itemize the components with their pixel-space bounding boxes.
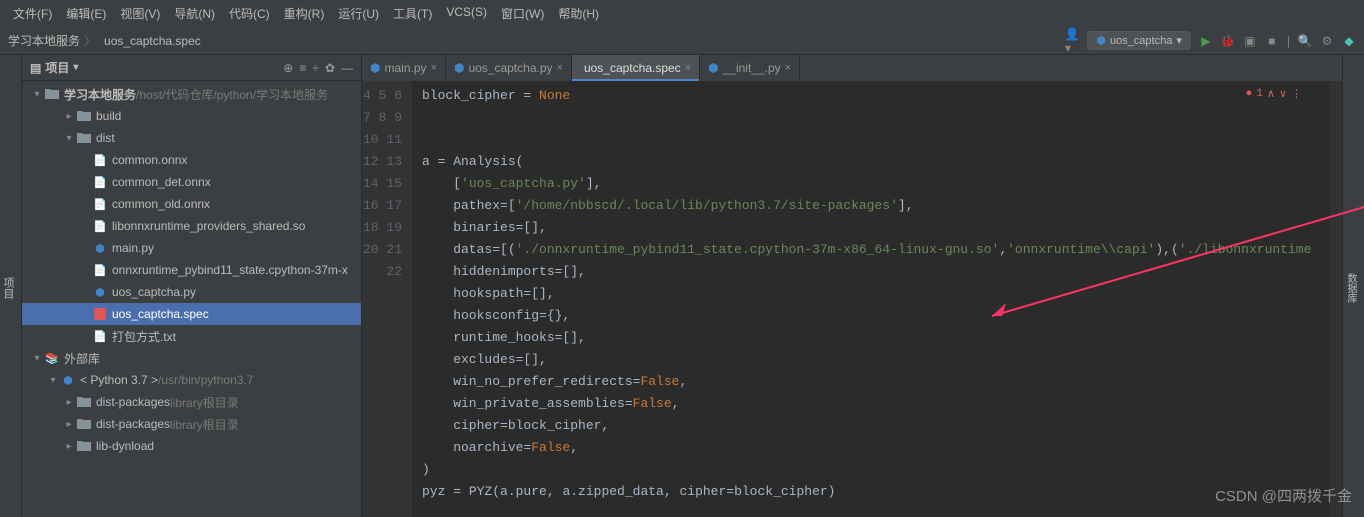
gear-icon[interactable]: ✿ [325, 61, 335, 75]
chevron-right-icon: 〉 [84, 32, 96, 49]
chevron-up-icon[interactable]: ∧ [1267, 87, 1275, 101]
tree-row[interactable]: 📄libonnxruntime_providers_shared.so [22, 215, 361, 237]
tree-row[interactable]: ▾学习本地服务 /host/代码仓库/python/学习本地服务 [22, 83, 361, 105]
debug-button[interactable]: 🐞 [1221, 34, 1235, 48]
more-icon[interactable]: ⋮ [1291, 87, 1302, 101]
user-icon[interactable]: 👤▾ [1065, 34, 1079, 48]
code-area[interactable]: 4 5 6 7 8 9 10 11 12 13 14 15 16 17 18 1… [362, 81, 1342, 517]
tree-row[interactable]: 📄common.onnx [22, 149, 361, 171]
select-open-icon[interactable]: ⊕ [283, 61, 293, 75]
sidebar-title[interactable]: ▤ 项目 ▾ [30, 59, 78, 76]
menu-bar: 文件(F)编辑(E)视图(V)导航(N)代码(C)重构(R)运行(U)工具(T)… [0, 0, 1364, 27]
breadcrumb-file[interactable]: uos_captcha.spec [104, 34, 201, 48]
run-config-selector[interactable]: ⬢ uos_captcha ▾ [1087, 31, 1191, 50]
navigation-bar: 学习本地服务 〉 uos_captcha.spec 👤▾ ⬢ uos_captc… [0, 27, 1364, 55]
expand-icon[interactable]: ≡ [299, 61, 306, 75]
minimap[interactable] [1330, 81, 1342, 517]
search-icon[interactable]: 🔍 [1298, 34, 1312, 48]
editor-tab[interactable]: ⬢main.py× [362, 55, 446, 81]
collapse-icon[interactable]: ÷ [312, 61, 319, 75]
dropdown-icon[interactable]: ▾ [73, 62, 78, 73]
tree-row[interactable]: ⬢main.py [22, 237, 361, 259]
plugin-icon[interactable]: ◆ [1342, 34, 1356, 48]
editor-area: ⬢main.py×⬢uos_captcha.py×uos_captcha.spe… [362, 55, 1342, 517]
menu-item[interactable]: 工具(T) [388, 4, 437, 23]
divider: | [1287, 34, 1290, 48]
close-icon[interactable]: × [785, 62, 791, 74]
tree-row[interactable]: 📄onnxruntime_pybind11_state.cpython-37m-… [22, 259, 361, 281]
editor-tab[interactable]: ⬢uos_captcha.py× [446, 55, 572, 81]
tree-row[interactable]: ▸dist-packages library根目录 [22, 413, 361, 435]
error-indicator[interactable]: ● 1 ∧ ∨ ⋮ [1246, 87, 1302, 101]
left-tool-tabs[interactable]: 项目 [0, 55, 22, 517]
menu-item[interactable]: 文件(F) [8, 4, 57, 23]
menu-item[interactable]: 运行(U) [333, 4, 384, 23]
menu-item[interactable]: 代码(C) [224, 4, 275, 23]
right-tool-tabs[interactable]: 数据库 [1342, 55, 1364, 517]
settings-icon[interactable]: ⚙ [1320, 34, 1334, 48]
toolbar-right: 👤▾ ⬢ uos_captcha ▾ ▶ 🐞 ▣ ■ | 🔍 ⚙ ◆ [1065, 31, 1356, 50]
python-icon: ⬢ [1096, 34, 1106, 47]
coverage-button[interactable]: ▣ [1243, 34, 1257, 48]
line-gutter: 4 5 6 7 8 9 10 11 12 13 14 15 16 17 18 1… [362, 81, 412, 517]
editor-tab[interactable]: uos_captcha.spec× [572, 55, 700, 81]
code-content[interactable]: block_cipher = None a = Analysis( ['uos_… [412, 81, 1330, 517]
sidebar-header: ▤ 项目 ▾ ⊕ ≡ ÷ ✿ — [22, 55, 361, 81]
hide-icon[interactable]: — [341, 61, 353, 75]
close-icon[interactable]: × [685, 62, 691, 74]
menu-item[interactable]: 导航(N) [169, 4, 220, 23]
menu-item[interactable]: 视图(V) [115, 4, 165, 23]
tree-row[interactable]: uos_captcha.spec [22, 303, 361, 325]
sidebar-tools: ⊕ ≡ ÷ ✿ — [283, 61, 353, 75]
tree-row[interactable]: 📄打包方式.txt [22, 325, 361, 347]
project-tree[interactable]: ▾学习本地服务 /host/代码仓库/python/学习本地服务▸build▾d… [22, 81, 361, 517]
editor-tab[interactable]: ⬢__init__.py× [700, 55, 800, 81]
breadcrumb-folder[interactable]: 学习本地服务 [8, 32, 80, 49]
breadcrumb[interactable]: 学习本地服务 〉 uos_captcha.spec [8, 32, 201, 49]
tree-row[interactable]: 📄common_old.onnx [22, 193, 361, 215]
error-icon: ● [1246, 88, 1253, 100]
menu-item[interactable]: VCS(S) [441, 4, 492, 23]
chevron-down-icon[interactable]: ∨ [1279, 87, 1287, 101]
run-button[interactable]: ▶ [1199, 34, 1213, 48]
project-sidebar: ▤ 项目 ▾ ⊕ ≡ ÷ ✿ — ▾学习本地服务 /host/代码仓库/pyth… [22, 55, 362, 517]
editor-tabs: ⬢main.py×⬢uos_captcha.py×uos_captcha.spe… [362, 55, 1342, 81]
tree-row[interactable]: ▸dist-packages library根目录 [22, 391, 361, 413]
project-icon: ▤ [30, 61, 41, 75]
menu-item[interactable]: 窗口(W) [496, 4, 549, 23]
menu-item[interactable]: 帮助(H) [553, 4, 604, 23]
tree-row[interactable]: ▸build [22, 105, 361, 127]
close-icon[interactable]: × [557, 62, 563, 74]
tree-row[interactable]: ▾dist [22, 127, 361, 149]
menu-item[interactable]: 编辑(E) [61, 4, 111, 23]
stop-button[interactable]: ■ [1265, 34, 1279, 48]
dropdown-icon: ▾ [1176, 34, 1182, 47]
main-area: 项目 ▤ 项目 ▾ ⊕ ≡ ÷ ✿ — ▾学习本地服务 /host/代码仓库/p… [0, 55, 1364, 517]
tree-row[interactable]: ⬢uos_captcha.py [22, 281, 361, 303]
tree-row[interactable]: ▸lib-dynload [22, 435, 361, 457]
tree-row[interactable]: 📄common_det.onnx [22, 171, 361, 193]
menu-item[interactable]: 重构(R) [279, 4, 330, 23]
tree-row[interactable]: ▾⬢< Python 3.7 > /usr/bin/python3.7 [22, 369, 361, 391]
close-icon[interactable]: × [431, 62, 437, 74]
tree-row[interactable]: ▾📚外部库 [22, 347, 361, 369]
